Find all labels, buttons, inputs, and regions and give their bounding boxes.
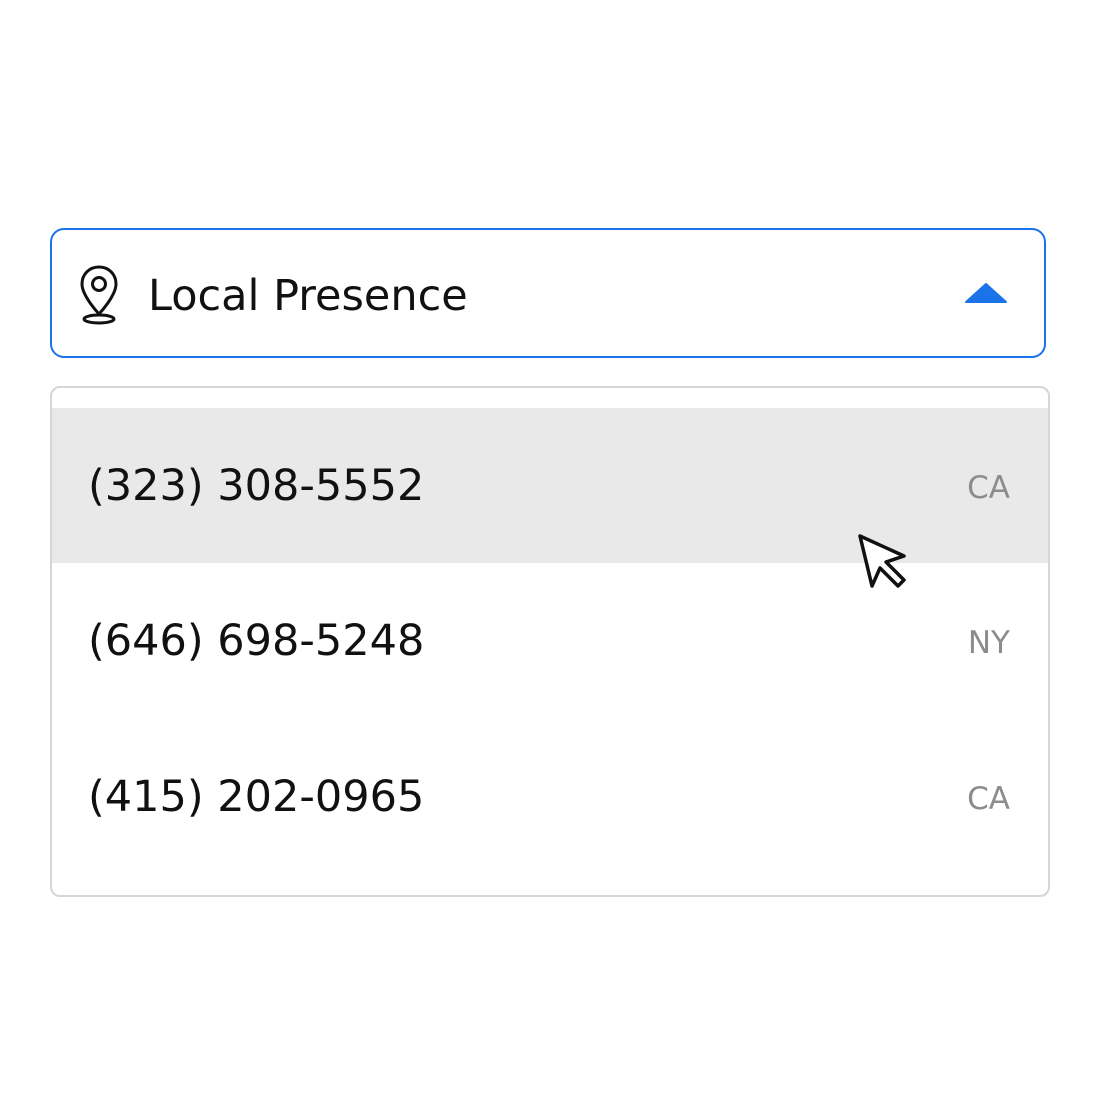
- dropdown-label: Local Presence: [148, 271, 468, 321]
- phone-number: (415) 202-0965: [88, 772, 425, 822]
- phone-number: (323) 308-5552: [88, 461, 425, 511]
- local-presence-dropdown[interactable]: Local Presence: [50, 228, 1046, 358]
- location-pin-icon: [80, 265, 118, 325]
- phone-number: (646) 698-5248: [88, 616, 425, 666]
- dropdown-menu: (323) 308-5552 CA (646) 698-5248 NY (415…: [50, 386, 1050, 897]
- state-code: CA: [967, 781, 1010, 817]
- caret-up-icon[interactable]: [964, 282, 1008, 304]
- state-code: CA: [967, 470, 1010, 506]
- phone-option[interactable]: (415) 202-0965 CA: [52, 719, 1048, 874]
- mouse-pointer-icon: [858, 534, 906, 588]
- state-code: NY: [967, 625, 1010, 661]
